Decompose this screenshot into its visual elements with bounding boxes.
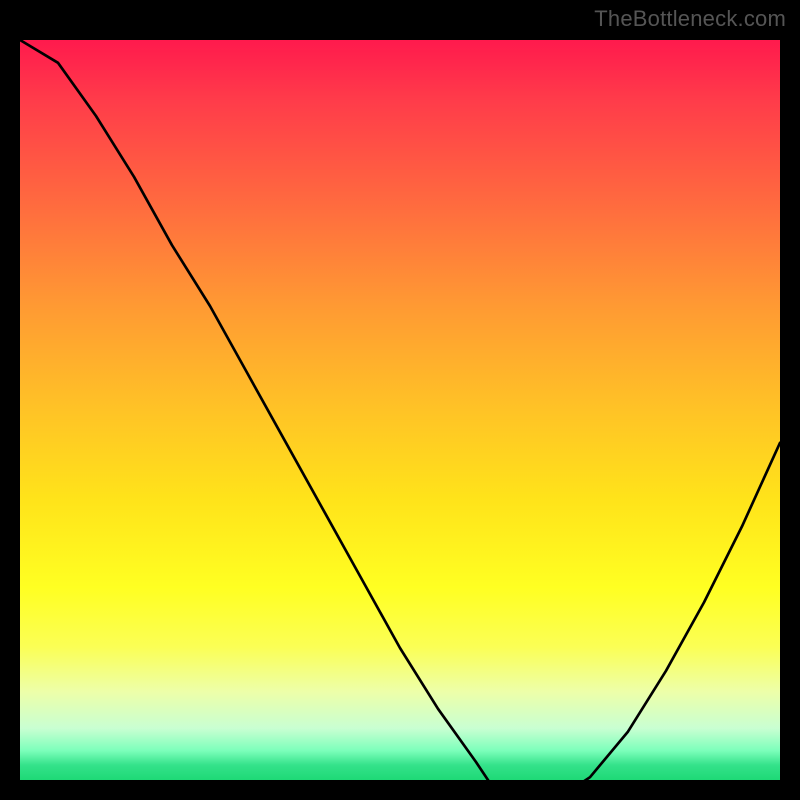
plot-area (20, 40, 780, 780)
chart-stage: TheBottleneck.com (0, 0, 800, 800)
bottleneck-curve (20, 40, 780, 780)
watermark-text: TheBottleneck.com (594, 6, 786, 32)
curve-layer (20, 40, 780, 780)
